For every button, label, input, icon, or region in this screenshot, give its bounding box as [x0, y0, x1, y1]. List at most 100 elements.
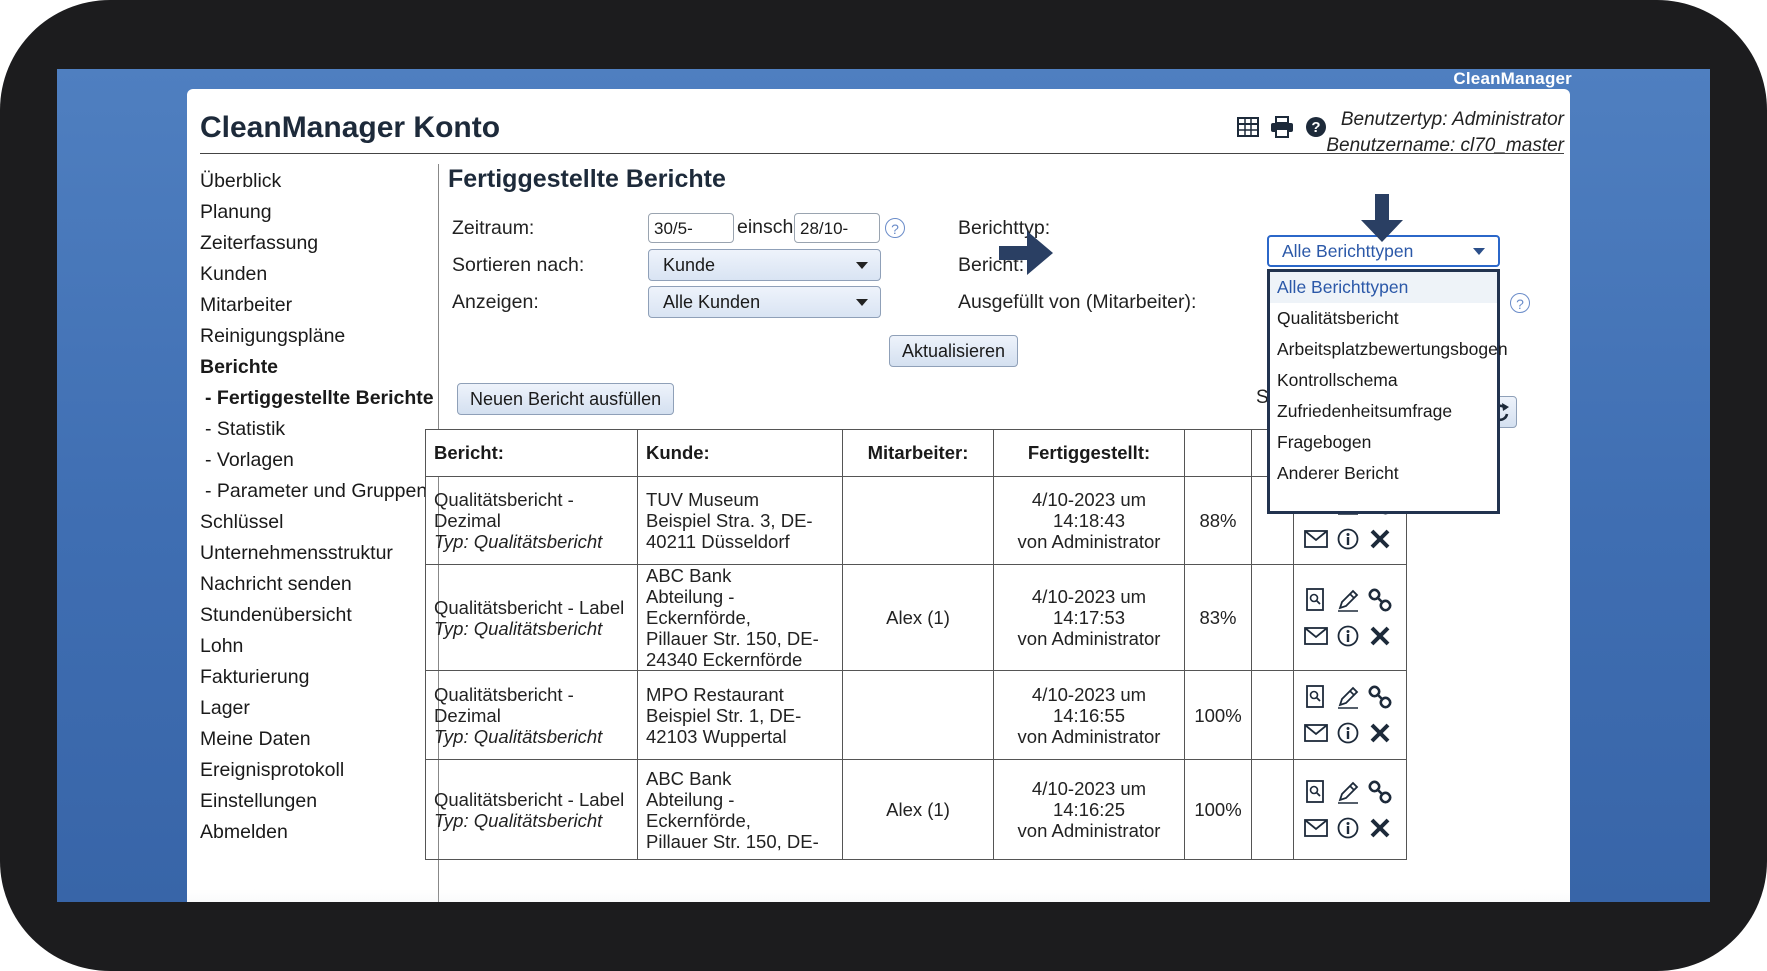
- sidebar-item[interactable]: Kunden: [200, 259, 420, 290]
- report-type: Typ: Qualitätsbericht: [434, 531, 603, 552]
- report-type-value: Alle Berichttypen: [1282, 241, 1414, 261]
- completed-line: von Administrator: [1017, 820, 1161, 841]
- sidebar-item[interactable]: Mitarbeiter: [200, 290, 420, 321]
- sort-select[interactable]: Kunde: [648, 249, 881, 281]
- delete-icon[interactable]: [1366, 720, 1394, 746]
- col-header-completed[interactable]: Fertiggestellt:: [993, 429, 1185, 477]
- sidebar-item[interactable]: - Parameter und Gruppen: [200, 476, 427, 507]
- pct-cell: 88%: [1184, 476, 1252, 565]
- report-type: Typ: Qualitätsbericht: [434, 617, 603, 639]
- customer-cell: TUV Museum Beispiel Stra. 3, DE- 40211 Düs…: [637, 476, 843, 565]
- filled-by-help-icon[interactable]: ?: [1510, 293, 1530, 313]
- edit-icon[interactable]: [1334, 587, 1362, 613]
- sidebar-item[interactable]: - Fertiggestellte Berichte: [200, 383, 434, 414]
- report-type: Typ: Qualitätsbericht: [434, 725, 603, 747]
- delete-icon[interactable]: [1366, 526, 1394, 552]
- customer-line: Abteilung - Eckernförde,: [646, 586, 751, 628]
- completed-line: 4/10-2023 um 14:16:25: [1031, 778, 1147, 820]
- mail-icon[interactable]: [1302, 720, 1330, 746]
- employee-cell: [842, 670, 994, 760]
- date-from-input[interactable]: 30/5-2023: [648, 213, 734, 268]
- delete-icon[interactable]: [1366, 623, 1394, 649]
- report-cell[interactable]: Qualitätsbericht - Label Typ: Qualitätsbe…: [425, 759, 638, 860]
- customer-line: Beispiel Stra. 3, DE-: [646, 510, 813, 531]
- sidebar-item[interactable]: Lohn: [200, 631, 420, 662]
- customer-line: Pillauer Str. 150, DE-: [646, 830, 819, 852]
- customer-line: MPO Restaurant: [646, 683, 784, 705]
- chevron-down-icon: [856, 299, 868, 306]
- edit-icon[interactable]: [1334, 684, 1362, 710]
- update-button[interactable]: Aktualisieren: [889, 335, 1019, 367]
- view-icon[interactable]: [1302, 684, 1330, 710]
- sidebar-item[interactable]: Einstellungen: [200, 786, 420, 817]
- print-icon[interactable]: [1269, 114, 1295, 140]
- chevron-down-icon: [856, 262, 868, 269]
- sidebar-nav: Überblick Planung Zeiterfassung Kunden Mitar…: [200, 166, 434, 848]
- sidebar-item[interactable]: Berichte: [200, 352, 420, 383]
- dropdown-option[interactable]: Kontrollschema: [1270, 365, 1497, 396]
- sidebar-item[interactable]: - Statistik: [200, 414, 420, 445]
- dropdown-option[interactable]: Arbeitsplatzbewertungsbogen: [1270, 334, 1508, 365]
- col-header-report[interactable]: Bericht:: [425, 429, 638, 477]
- dropdown-option[interactable]: Qualitätsbericht: [1270, 303, 1497, 334]
- link-icon[interactable]: [1366, 779, 1394, 805]
- sidebar-item[interactable]: Meine Daten: [200, 724, 420, 755]
- period-help-icon[interactable]: ?: [885, 218, 905, 238]
- user-name: Benutzername: cl70_master: [1326, 135, 1564, 156]
- pct-cell: 83%: [1184, 564, 1252, 671]
- info-icon[interactable]: [1334, 815, 1362, 841]
- pct-cell: 100%: [1184, 670, 1252, 760]
- sidebar-item[interactable]: Schlüssel: [200, 507, 420, 538]
- actions-cell: [1293, 564, 1407, 671]
- show-select[interactable]: Alle Kunden: [648, 286, 881, 318]
- report-name: Qualitätsbericht - Dezimal: [434, 489, 574, 531]
- sidebar-item[interactable]: Planung: [200, 197, 420, 228]
- edit-icon[interactable]: [1334, 779, 1362, 805]
- dropdown-option[interactable]: Fragebogen: [1270, 427, 1497, 458]
- view-icon[interactable]: [1302, 779, 1330, 805]
- sidebar-item[interactable]: Nachricht senden: [200, 569, 420, 600]
- actions-cell: [1293, 670, 1407, 760]
- view-icon[interactable]: [1302, 587, 1330, 613]
- sidebar-item[interactable]: - Vorlagen: [200, 445, 420, 476]
- report-type-dropdown-list: Alle Berichttypen Qualitätsbericht Arbeits…: [1267, 269, 1508, 514]
- delete-icon[interactable]: [1366, 815, 1394, 841]
- link-icon[interactable]: [1366, 684, 1394, 710]
- table-icon[interactable]: [1235, 114, 1261, 140]
- sidebar-item[interactable]: Abmelden: [200, 817, 420, 848]
- sidebar-item[interactable]: Lager: [200, 693, 420, 724]
- app-window: CleanManager Konto ? Benutzertyp: Admini…: [187, 89, 1570, 902]
- col-header-customer[interactable]: Kunde:: [637, 429, 843, 477]
- help-icon[interactable]: ?: [1303, 114, 1329, 140]
- info-icon[interactable]: [1334, 720, 1362, 746]
- sidebar-item[interactable]: Stundenübersicht: [200, 600, 420, 631]
- sidebar-item[interactable]: Zeiterfassung: [200, 228, 420, 259]
- arrow-down-icon: [1361, 194, 1403, 242]
- report-cell[interactable]: Qualitätsbericht - Label Typ: Qualitätsbe…: [425, 564, 638, 671]
- sidebar-item[interactable]: Reinigungspläne: [200, 321, 420, 352]
- date-to-input[interactable]: 28/10-2023: [794, 213, 880, 268]
- sidebar-item[interactable]: Fakturierung: [200, 662, 420, 693]
- sidebar-item[interactable]: Ereignisprotokoll: [200, 755, 420, 786]
- dropdown-option[interactable]: Zufriedenheitsumfrage: [1270, 396, 1497, 427]
- dropdown-option[interactable]: Alle Berichttypen: [1270, 272, 1497, 303]
- report-cell[interactable]: Qualitätsbericht - Dezimal Typ: Qualitäts…: [425, 670, 638, 760]
- report-type: Typ: Qualitätsbericht: [434, 809, 603, 831]
- dropdown-option[interactable]: Anderer Bericht: [1270, 458, 1497, 489]
- new-report-button[interactable]: Neuen Bericht ausfüllen: [457, 383, 675, 415]
- completed-cell: 4/10-2023 um 14:18:43 von Administrator: [993, 476, 1185, 565]
- pct-cell: 100%: [1184, 759, 1252, 860]
- report-cell[interactable]: Qualitätsbericht - Dezimal Typ: Qualitäts…: [425, 476, 638, 565]
- completed-cell: 4/10-2023 um 14:16:25 von Administrator: [993, 759, 1185, 860]
- info-icon[interactable]: [1334, 623, 1362, 649]
- col-header-employee[interactable]: Mitarbeiter:: [842, 429, 994, 477]
- mail-icon[interactable]: [1302, 526, 1330, 552]
- col-header-pct: [1184, 429, 1252, 477]
- sidebar-item[interactable]: Unternehmensstruktur: [200, 538, 420, 569]
- mail-icon[interactable]: [1302, 815, 1330, 841]
- app-title: CleanManager Konto: [200, 111, 501, 144]
- sidebar-item[interactable]: Überblick: [200, 166, 420, 197]
- mail-icon[interactable]: [1302, 623, 1330, 649]
- link-icon[interactable]: [1366, 587, 1394, 613]
- info-icon[interactable]: [1334, 526, 1362, 552]
